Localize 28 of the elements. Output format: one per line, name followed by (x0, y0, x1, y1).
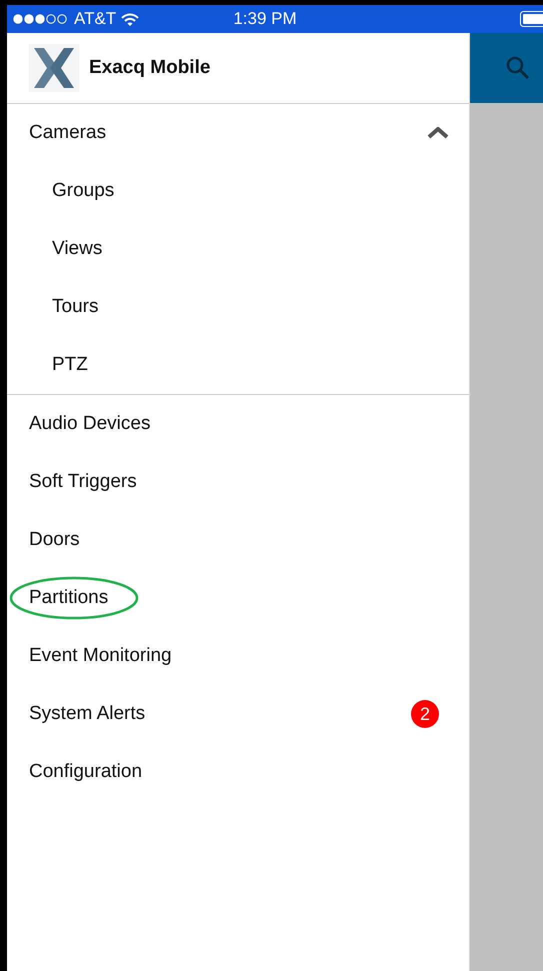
menu-item[interactable]: System Alerts 2 (7, 685, 469, 743)
menu-item[interactable]: Configuration (7, 743, 469, 801)
menu-item[interactable]: Doors (7, 511, 469, 569)
app-title: Exacq Mobile (89, 57, 210, 79)
menu-item-label: Partitions (29, 587, 108, 609)
signal-icon (13, 14, 69, 24)
chevron-icon[interactable] (427, 127, 449, 139)
menu-item-label: Audio Devices (29, 413, 150, 435)
logo-icon (29, 44, 79, 92)
menu-item[interactable]: Event Monitoring (7, 627, 469, 685)
menu-item-label: Cameras (29, 122, 106, 144)
wifi-icon (121, 12, 140, 26)
menu-item-label: Doors (29, 529, 80, 551)
menu-item[interactable]: Partitions (7, 569, 469, 627)
count-badge: 2 (411, 700, 439, 728)
submenu-item[interactable]: Views (7, 220, 469, 278)
menu-item-label: System Alerts (29, 703, 146, 725)
menu-item-label: Configuration (29, 761, 142, 783)
submenu-item[interactable]: Tours (7, 278, 469, 336)
submenu-item[interactable]: Groups (7, 162, 469, 220)
submenu-item[interactable]: PTZ (7, 336, 469, 394)
menu-item-label: Soft Triggers (29, 471, 137, 493)
status-time: 1:39 PM (233, 9, 297, 29)
carrier-label: AT&T (74, 9, 116, 29)
menu-item[interactable]: Cameras (7, 104, 469, 162)
menu-item[interactable]: Soft Triggers (7, 453, 469, 511)
menu-item-label: Event Monitoring (29, 645, 172, 667)
menu-item[interactable]: Audio Devices (7, 395, 469, 453)
